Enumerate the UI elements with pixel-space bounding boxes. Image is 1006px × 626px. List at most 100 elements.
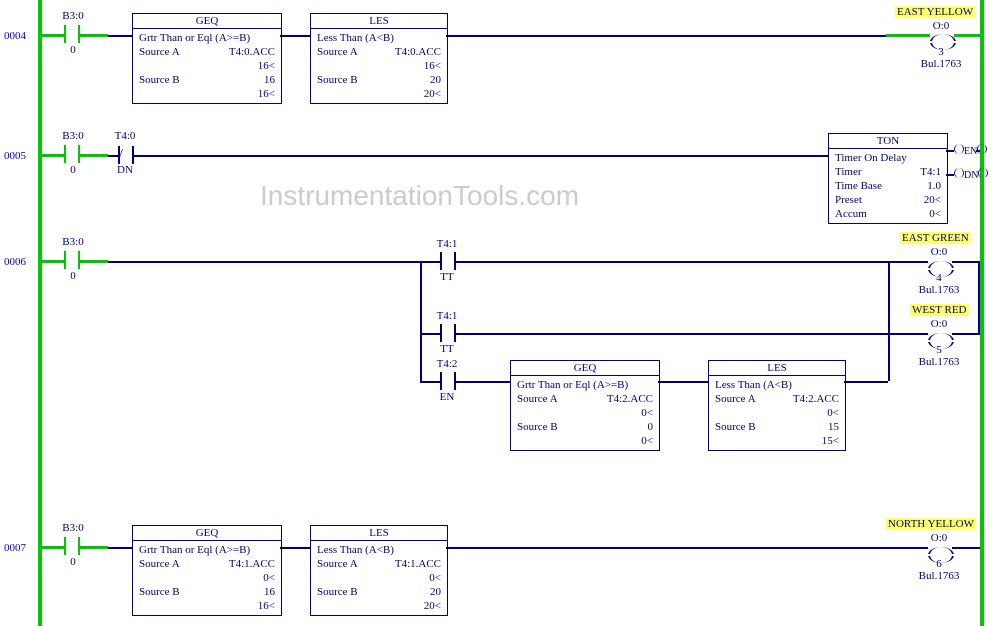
output-title-west-red: WEST RED: [910, 304, 969, 316]
wire: [42, 154, 64, 157]
block-desc: Grtr Than or Eql (A>=B): [139, 31, 275, 45]
xic-addr-r6: B3:0: [58, 236, 88, 248]
watermark: InstrumentationTools.com: [260, 180, 579, 212]
wire: [42, 34, 64, 37]
wire: [952, 261, 980, 263]
wire: [420, 381, 440, 383]
wire: [280, 35, 310, 37]
br3-addr: T4:2: [432, 358, 462, 370]
wire: [80, 260, 108, 263]
wire: [80, 546, 108, 549]
wire: [946, 150, 954, 152]
wire: [42, 546, 64, 549]
ton-dn-out: DN: [954, 168, 988, 181]
wire: [42, 260, 64, 263]
wire: [952, 333, 980, 335]
wr-bit: 5: [924, 344, 954, 356]
wire: [456, 261, 888, 263]
output-title-east-green: EAST GREEN: [900, 232, 971, 244]
xic-addr-r7: B3:0: [58, 522, 88, 534]
wire: [446, 547, 928, 549]
wr-bul: Bul.1763: [914, 356, 964, 368]
xic-bit: 0: [58, 44, 88, 56]
block-name: LES: [311, 14, 447, 29]
wire: [280, 547, 310, 549]
block-name: LES: [311, 526, 447, 541]
wire: [420, 333, 440, 335]
wire: [658, 381, 708, 383]
wire: [456, 381, 510, 383]
block-desc: Less Than (A<B): [715, 378, 839, 392]
wire: [888, 261, 928, 263]
wire: [108, 547, 132, 549]
block-name: GEQ: [511, 361, 659, 376]
output-addr: O:0: [926, 20, 956, 32]
out-tie-vline: [978, 261, 980, 334]
xic-addr: B3:0: [58, 10, 88, 22]
block-desc: Grtr Than or Eql (A>=B): [139, 543, 275, 557]
br2-bit: TT: [432, 343, 462, 355]
eg-bit: 4: [924, 272, 954, 284]
wire: [946, 174, 954, 176]
output-bit: 3: [926, 46, 956, 58]
ton-block-r5: TON Timer On Delay TimerT4:1 Time Base1.…: [828, 133, 948, 224]
wire: [844, 381, 888, 383]
les-block-r7: LES Less Than (A<B) Source AT4:1.ACC 0< …: [310, 525, 448, 616]
wire: [888, 333, 928, 335]
les-block-r6: LES Less Than (A<B) Source AT4:2.ACC 0< …: [708, 360, 846, 451]
rung-number-6: 0006: [4, 256, 26, 268]
wire: [108, 155, 118, 157]
wr-addr: O:0: [924, 318, 954, 330]
branch3-join-vline: [888, 333, 890, 381]
output-bul: Bul.1763: [916, 58, 966, 70]
block-name: GEQ: [133, 526, 281, 541]
geq-block-r6: GEQ Grtr Than or Eql (A>=B) Source AT4:2…: [510, 360, 660, 451]
br1-bit: TT: [432, 271, 462, 283]
geq-block-r7: GEQ Grtr Than or Eql (A>=B) Source AT4:1…: [132, 525, 282, 616]
branch-left-vline: [420, 261, 422, 381]
wire: [134, 155, 828, 157]
eg-addr: O:0: [924, 246, 954, 258]
block-name: TON: [829, 134, 947, 149]
block-name: GEQ: [133, 14, 281, 29]
power-rail-right: [980, 0, 984, 626]
block-desc: Less Than (A<B): [317, 31, 441, 45]
xio-addr-r5: T4:0: [110, 130, 140, 142]
xio-bit-r5: DN: [110, 164, 140, 176]
block-desc: Timer On Delay: [835, 151, 941, 165]
output-title-north-yellow: NORTH YELLOW: [886, 518, 976, 530]
wire: [456, 333, 888, 335]
wire: [420, 261, 440, 263]
ton-en-out: EN: [954, 144, 987, 157]
xic-bit-r6: 0: [58, 270, 88, 282]
wire: [976, 150, 980, 152]
geq-block-r4: GEQ Grtr Than or Eql (A>=B) Source AT4:0…: [132, 13, 282, 104]
br1-addr: T4:1: [432, 238, 462, 250]
rung-number-7: 0007: [4, 542, 26, 554]
block-desc: Less Than (A<B): [317, 543, 441, 557]
les-block-r4: LES Less Than (A<B) Source AT4:0.ACC 16<…: [310, 13, 448, 104]
wire: [886, 34, 930, 37]
ladder-diagram: InstrumentationTools.com 0004 B3:0 0 GEQ…: [0, 0, 1006, 626]
ny-bul: Bul.1763: [914, 570, 964, 582]
wire: [108, 35, 132, 37]
wire: [954, 34, 980, 37]
xic-bit-r7: 0: [58, 556, 88, 568]
ny-bit: 6: [924, 558, 954, 570]
rung-number-4: 0004: [4, 30, 26, 42]
br2-addr: T4:1: [432, 310, 462, 322]
ny-addr: O:0: [924, 532, 954, 544]
wire: [80, 34, 108, 37]
rung-number-5: 0005: [4, 150, 26, 162]
output-title-east-yellow: EAST YELLOW: [895, 6, 975, 18]
eg-bul: Bul.1763: [914, 284, 964, 296]
xic-addr-r5: B3:0: [58, 130, 88, 142]
wire: [108, 261, 420, 263]
br3-bit: EN: [432, 391, 462, 403]
power-rail-left: [38, 0, 42, 626]
wire: [446, 35, 886, 37]
wire: [80, 154, 108, 157]
block-desc: Grtr Than or Eql (A>=B): [517, 378, 653, 392]
wire: [952, 547, 980, 549]
xic-bit-r5: 0: [58, 164, 88, 176]
